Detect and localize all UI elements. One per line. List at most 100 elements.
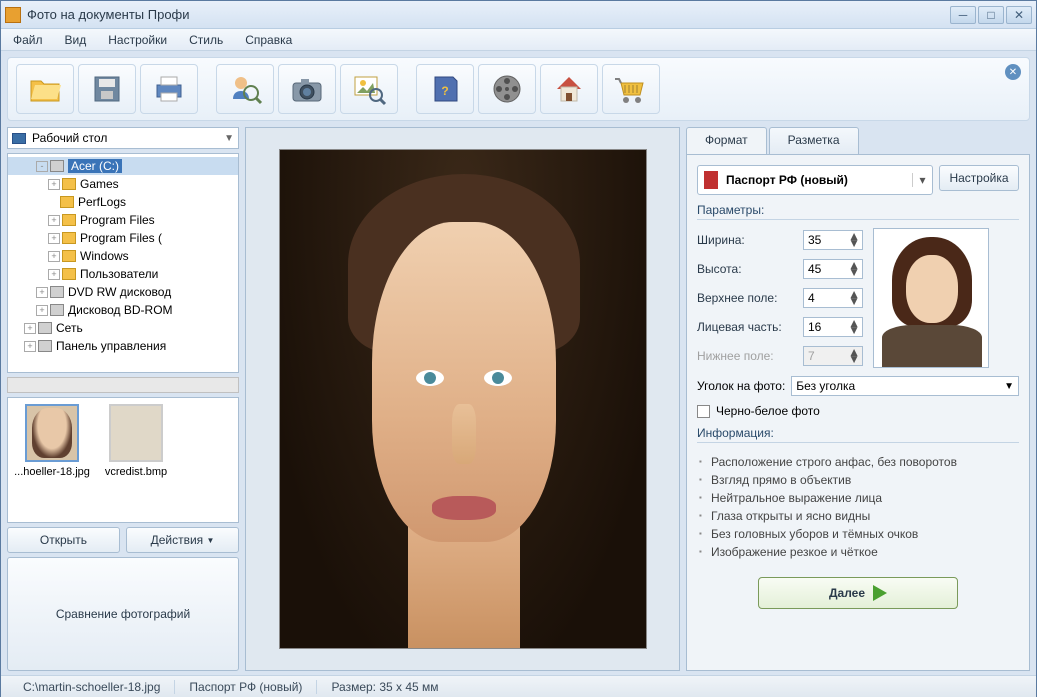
thumbnail-item[interactable]: ...hoeller-18.jpg bbox=[14, 404, 90, 478]
tree-label: PerfLogs bbox=[78, 195, 126, 209]
tree-label: Acer (C:) bbox=[68, 159, 122, 173]
arrow-right-icon bbox=[873, 585, 887, 601]
home-icon bbox=[551, 71, 587, 107]
status-path: C:\martin-schoeller-18.jpg bbox=[9, 680, 175, 694]
photo-preview bbox=[245, 127, 680, 671]
film-reel-icon bbox=[489, 71, 525, 107]
minimize-button[interactable]: ─ bbox=[950, 6, 976, 24]
folder-icon bbox=[62, 232, 76, 244]
toolbar-camera[interactable] bbox=[278, 64, 336, 114]
status-size: Размер: 35 x 45 мм bbox=[317, 680, 452, 694]
folder-icon bbox=[60, 196, 74, 208]
tree-label: Сеть bbox=[56, 321, 83, 335]
statusbar: C:\martin-schoeller-18.jpg Паспорт РФ (н… bbox=[1, 675, 1036, 697]
thumbnail-image bbox=[109, 404, 163, 462]
svg-text:?: ? bbox=[441, 84, 448, 98]
tree-row[interactable]: +Пользователи bbox=[8, 265, 238, 283]
toolbar-image-search[interactable] bbox=[340, 64, 398, 114]
tree-label: Program Files ( bbox=[80, 231, 162, 245]
width-label: Ширина: bbox=[697, 233, 797, 247]
menu-style[interactable]: Стиль bbox=[185, 31, 227, 49]
width-spinner[interactable]: 35▲▼ bbox=[803, 230, 863, 250]
toolbar-zoom-user[interactable] bbox=[216, 64, 274, 114]
tree-label: Панель управления bbox=[56, 339, 166, 353]
tree-row[interactable]: +Games bbox=[8, 175, 238, 193]
open-button[interactable]: Открыть bbox=[7, 527, 120, 553]
toolbar-cart[interactable] bbox=[602, 64, 660, 114]
next-button[interactable]: Далее bbox=[758, 577, 958, 609]
maximize-button[interactable]: □ bbox=[978, 6, 1004, 24]
tree-label: Program Files bbox=[80, 213, 155, 227]
folder-icon bbox=[62, 178, 76, 190]
toolbar-help-book[interactable]: ? bbox=[416, 64, 474, 114]
folder-icon bbox=[62, 250, 76, 262]
toolbar-help-icon[interactable]: ✕ bbox=[1005, 64, 1021, 80]
tree-row[interactable]: +Дисковод BD-ROM bbox=[8, 301, 238, 319]
folder-tree[interactable]: -Acer (C:)+Games PerfLogs +Program Files+P… bbox=[7, 153, 239, 373]
chevron-down-icon: ▼ bbox=[1004, 381, 1014, 392]
close-button[interactable]: ✕ bbox=[1006, 6, 1032, 24]
height-spinner[interactable]: 45▲▼ bbox=[803, 259, 863, 279]
menu-file[interactable]: Файл bbox=[9, 31, 47, 49]
menu-view[interactable]: Вид bbox=[61, 31, 91, 49]
camera-icon bbox=[289, 71, 325, 107]
compare-button[interactable]: Сравнение фотографий bbox=[7, 557, 239, 671]
top-margin-spinner[interactable]: 4▲▼ bbox=[803, 288, 863, 308]
info-item: Без головных уборов и тёмных очков bbox=[697, 525, 1019, 543]
save-icon bbox=[89, 71, 125, 107]
tree-label: DVD RW дисковод bbox=[68, 285, 171, 299]
tree-label: Windows bbox=[80, 249, 129, 263]
chevron-down-icon: ▾ bbox=[912, 173, 926, 187]
format-preview bbox=[873, 228, 989, 368]
info-item: Взгляд прямо в объектив bbox=[697, 471, 1019, 489]
app-icon bbox=[5, 7, 21, 23]
info-item: Расположение строго анфас, без поворотов bbox=[697, 453, 1019, 471]
actions-button[interactable]: Действия ▼ bbox=[126, 527, 239, 553]
bottom-margin-label: Нижнее поле: bbox=[697, 349, 797, 363]
tree-row[interactable]: PerfLogs bbox=[8, 193, 238, 211]
window-title: Фото на документы Профи bbox=[27, 7, 950, 22]
height-label: Высота: bbox=[697, 262, 797, 276]
tab-format[interactable]: Формат bbox=[686, 127, 767, 155]
corner-combo[interactable]: Без уголка ▼ bbox=[791, 376, 1019, 396]
thumbnail-label: vcredist.bmp bbox=[105, 466, 167, 478]
bw-checkbox[interactable] bbox=[697, 405, 710, 418]
document-type-combo[interactable]: Паспорт РФ (новый) ▾ bbox=[697, 165, 933, 195]
bw-label: Черно-белое фото bbox=[716, 404, 820, 418]
zoom-user-icon bbox=[227, 71, 263, 107]
status-doc: Паспорт РФ (новый) bbox=[175, 680, 317, 694]
menu-settings[interactable]: Настройки bbox=[104, 31, 171, 49]
image-search-icon bbox=[351, 71, 387, 107]
toolbar-print[interactable] bbox=[140, 64, 198, 114]
tree-label: Пользователи bbox=[80, 267, 158, 281]
tab-markup[interactable]: Разметка bbox=[769, 127, 859, 155]
thumbnail-item[interactable]: vcredist.bmp bbox=[98, 404, 174, 478]
bottom-margin-spinner: 7▲▼ bbox=[803, 346, 863, 366]
tree-row[interactable]: +Панель управления bbox=[8, 337, 238, 355]
tree-row[interactable]: -Acer (C:) bbox=[8, 157, 238, 175]
doc-settings-button[interactable]: Настройка bbox=[939, 165, 1019, 191]
toolbar-save[interactable] bbox=[78, 64, 136, 114]
info-item: Нейтральное выражение лица bbox=[697, 489, 1019, 507]
tree-row[interactable]: +Сеть bbox=[8, 319, 238, 337]
folder-icon bbox=[62, 214, 76, 226]
info-item: Глаза открыты и ясно видны bbox=[697, 507, 1019, 525]
tree-row[interactable]: +Program Files bbox=[8, 211, 238, 229]
tree-row[interactable]: +Program Files ( bbox=[8, 229, 238, 247]
menu-help[interactable]: Справка bbox=[241, 31, 296, 49]
help-book-icon: ? bbox=[427, 71, 463, 107]
horizontal-scrollbar[interactable] bbox=[7, 377, 239, 393]
face-part-spinner[interactable]: 16▲▼ bbox=[803, 317, 863, 337]
main-photo[interactable] bbox=[279, 149, 647, 649]
tree-label: Games bbox=[80, 177, 119, 191]
toolbar-film[interactable] bbox=[478, 64, 536, 114]
thumbnail-list: ...hoeller-18.jpg vcredist.bmp bbox=[7, 397, 239, 523]
corner-label: Уголок на фото: bbox=[697, 379, 785, 393]
toolbar-home[interactable] bbox=[540, 64, 598, 114]
tree-row[interactable]: +DVD RW дисковод bbox=[8, 283, 238, 301]
info-section-label: Информация: bbox=[697, 426, 1019, 443]
location-combo[interactable]: Рабочий стол ▼ bbox=[7, 127, 239, 149]
toolbar-open[interactable] bbox=[16, 64, 74, 114]
tree-row[interactable]: +Windows bbox=[8, 247, 238, 265]
drive-icon bbox=[38, 322, 52, 334]
